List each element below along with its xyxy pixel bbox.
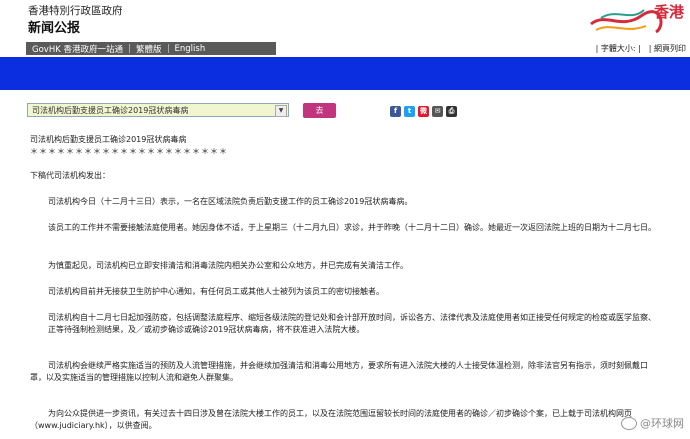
article-paragraph: 司法机构会继续严格实施适当的预防及人流管理措施，并会继续加强清洁和消毒公用地方，… [30, 361, 648, 382]
language-nav: GovHK 香港政府一站通 繁體版 English [26, 42, 276, 55]
chevron-down-icon[interactable]: ▼ [275, 105, 287, 117]
nav-english-link[interactable]: English [169, 44, 212, 54]
print-page-link[interactable]: | 網頁列印 [649, 43, 686, 54]
logo-text: 香港 [653, 3, 684, 21]
top-navigation: GovHK 香港政府一站通 繁體版 English | 字體大小: | | 網頁… [0, 42, 690, 55]
watermark-text: @环球网 [640, 417, 684, 430]
go-button[interactable]: 去 [303, 103, 336, 118]
article-paragraph: 为慎重起见，司法机构已立即安排清洁和消毒法院内相关办公室和公众地方，并已完成有关… [48, 261, 408, 270]
weibo-icon [621, 416, 637, 430]
page-header: 香港特別行政區政府 新闻公报 香港 [0, 0, 690, 42]
article-paragraph: 司法机构自十二月七日起加强防疫，包括调整法庭程序、缩短各级法院的登记处和会计部开… [48, 313, 656, 334]
nav-traditional-chinese-link[interactable]: 繁體版 [130, 43, 168, 55]
selected-news-title: 司法机构后勤支援员工确诊2019冠状病毒病 [32, 106, 189, 115]
article-paragraph: 该员工的工作并不需要接触法庭使用者。她因身体不适，于上星期三（十二月九日）求诊，… [48, 223, 656, 232]
print-icon[interactable]: ⎙ [446, 106, 457, 117]
weibo-icon[interactable]: 微 [418, 106, 429, 117]
banner-bar [0, 57, 690, 90]
article-separator: ＊＊＊＊＊＊＊＊＊＊＊＊＊＊＊＊＊＊＊＊＊＊ [30, 147, 228, 156]
facebook-icon[interactable]: f [390, 106, 401, 117]
email-icon[interactable]: ✉ [432, 106, 443, 117]
article-intro: 下稿代司法机构发出： [30, 171, 110, 180]
article-paragraph: 司法机构今日（十二月十三日）表示，一名在区域法院负责后勤支援工作的员工确诊201… [48, 197, 413, 206]
share-icons: f t 微 ✉ ⎙ [390, 106, 457, 117]
news-select-dropdown[interactable]: 司法机构后勤支援员工确诊2019冠状病毒病 ▼ [27, 103, 289, 117]
government-name: 香港特別行政區政府 [28, 5, 123, 17]
nav-govhk-link[interactable]: GovHK 香港政府一站通 [26, 43, 129, 55]
watermark: @环球网 [621, 415, 684, 431]
twitter-icon[interactable]: t [404, 106, 415, 117]
article-paragraph: 为向公众提供进一步资讯，有关过去十四日涉及曾在法院大楼工作的员工，以及在法院范围… [30, 409, 632, 430]
article-title: 司法机构后勤支援员工确诊2019冠状病毒病 [30, 135, 187, 144]
article-paragraph: 司法机构目前并无接获卫生防护中心通知，有任何员工或其他人士被列为该员工的密切接触… [48, 287, 384, 296]
site-title: 新闻公报 [28, 21, 81, 36]
font-size-control[interactable]: | 字體大小: | [596, 43, 641, 54]
utility-links: | 字體大小: | | 網頁列印 [596, 43, 686, 54]
